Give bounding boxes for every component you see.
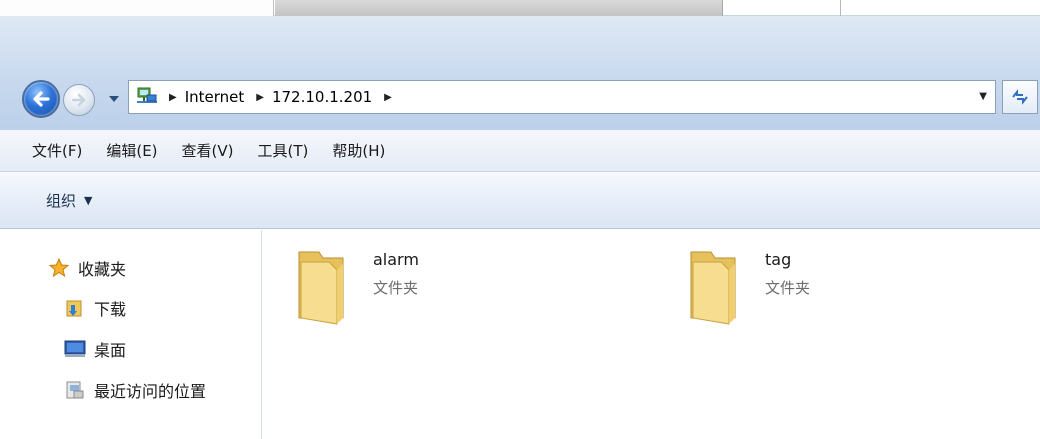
nav-item-label: 最近访问的位置	[94, 382, 207, 401]
refresh-icon	[1012, 89, 1028, 105]
nav-item-desktop[interactable]: 桌面	[64, 337, 126, 361]
folder-type: 文件夹	[373, 279, 419, 297]
menu-tools[interactable]: 工具(T)	[258, 140, 309, 161]
folder-icon	[298, 251, 344, 325]
breadcrumb-separator-icon[interactable]: ▶	[384, 92, 392, 103]
nav-item-label: 下载	[94, 300, 127, 319]
taskbar-segment-active	[275, 0, 723, 16]
downloads-folder-icon	[64, 298, 86, 318]
menu-help[interactable]: 帮助(H)	[332, 140, 385, 161]
refresh-button[interactable]	[1002, 80, 1038, 114]
menu-edit[interactable]: 编辑(E)	[106, 140, 157, 161]
nav-favorites-label: 收藏夹	[78, 260, 127, 279]
file-list: alarm 文件夹 tag 文件夹	[263, 230, 1040, 439]
nav-favorites[interactable]: 收藏夹	[48, 256, 126, 280]
back-arrow-icon	[33, 91, 50, 107]
nav-item-label: 桌面	[94, 341, 127, 360]
breadcrumb-internet[interactable]: Internet	[185, 88, 245, 106]
menu-bar: 文件(F) 编辑(E) 查看(V) 工具(T) 帮助(H)	[0, 130, 1040, 172]
navigation-pane: 收藏夹 下载 桌面 最近访问的位置	[0, 230, 262, 439]
forward-arrow-icon	[71, 93, 86, 107]
folder-type: 文件夹	[765, 279, 811, 297]
taskbar-strip	[0, 0, 1040, 16]
menu-file[interactable]: 文件(F)	[32, 140, 82, 161]
address-bar[interactable]: ▶ Internet ▶ 172.10.1.201 ▶ ▼	[128, 80, 996, 114]
recent-pages-dropdown-icon[interactable]	[108, 94, 120, 104]
breadcrumb-separator-icon[interactable]: ▶	[256, 92, 264, 103]
nav-item-recent-places[interactable]: 最近访问的位置	[64, 378, 206, 402]
star-icon	[48, 258, 70, 278]
taskbar-segment	[0, 0, 274, 16]
address-history-dropdown-icon[interactable]: ▼	[979, 91, 987, 102]
desktop-icon	[64, 339, 86, 359]
folder-item-tag[interactable]: tag 文件夹	[687, 246, 810, 326]
breadcrumb-separator-icon[interactable]: ▶	[169, 92, 177, 103]
folder-item-alarm[interactable]: alarm 文件夹	[295, 246, 419, 326]
folder-name: alarm	[373, 250, 419, 269]
recent-places-icon	[64, 380, 86, 400]
taskbar-divider	[840, 0, 841, 16]
nav-item-downloads[interactable]: 下载	[64, 296, 126, 320]
organize-button[interactable]: 组织	[46, 190, 76, 211]
menu-view[interactable]: 查看(V)	[182, 140, 234, 161]
organize-dropdown-icon[interactable]: ▼	[84, 194, 92, 207]
network-location-icon	[137, 87, 157, 103]
breadcrumb-host[interactable]: 172.10.1.201	[272, 88, 372, 106]
folder-icon	[690, 251, 736, 325]
command-bar: 组织 ▼	[0, 173, 1040, 229]
folder-name: tag	[765, 250, 792, 269]
back-button[interactable]	[22, 80, 60, 118]
forward-button[interactable]	[63, 84, 95, 116]
